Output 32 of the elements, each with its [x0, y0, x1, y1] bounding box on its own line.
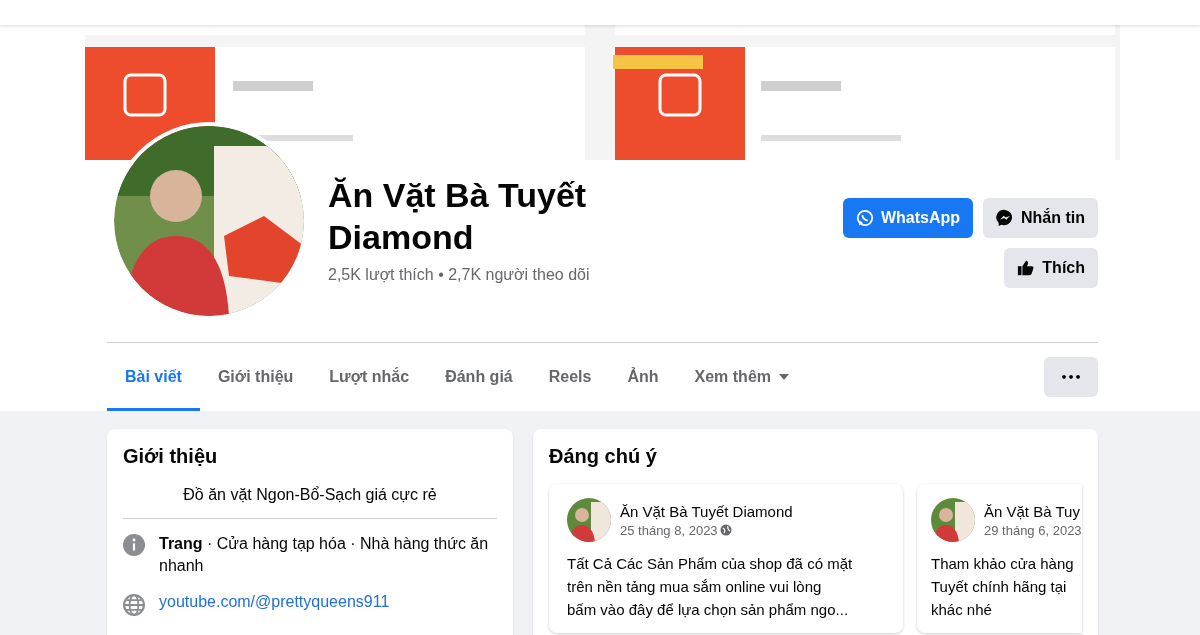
whatsapp-button[interactable]: WhatsApp: [842, 198, 973, 238]
website-link[interactable]: youtube.com/@prettyqueens911: [159, 593, 390, 611]
message-button[interactable]: Nhắn tin: [983, 198, 1098, 238]
page-category: Trang · Cửa hàng tạp hóa · Nhà hàng thức ăn nhanh: [159, 534, 489, 576]
info-icon: [123, 534, 145, 556]
page-tab[interactable]: Đánh giá: [427, 346, 531, 411]
messenger-icon: [996, 209, 1014, 227]
page-tab[interactable]: Giới thiệu: [199, 346, 312, 411]
more-button[interactable]: •••: [1044, 357, 1098, 397]
page-tab[interactable]: Bài viết: [107, 346, 200, 411]
post-card[interactable]: Ăn Vặt Bà Tuyết Diamond 25 tháng 8, 2023 Tất Cả Các Sản Phẩm của shop đã có mặt trên nền tảng mua sắm online vui lòng bấm vào đây để lựa chọn sản phẩm ngo...: [549, 484, 903, 633]
page-tab[interactable]: Xem thêm: [676, 346, 807, 411]
globe-icon: [123, 594, 145, 616]
page-name: Ăn Vặt Bà Tuyết Diamond: [328, 175, 588, 258]
post-author[interactable]: Ăn Vặt Bà Tuy: [984, 502, 1082, 520]
thumbs-up-icon: [1017, 259, 1036, 277]
page-bio: Đồ ăn vặt Ngon-Bổ-Sạch giá cực rẻ: [182, 486, 438, 504]
page-tab[interactable]: Ảnh: [609, 346, 677, 411]
post-date: 29 tháng 6, 2023: [984, 522, 1082, 538]
page-tab[interactable]: Lượt nhắc: [311, 346, 428, 411]
post-card[interactable]: Ăn Vặt Bà Tuy 29 tháng 6, 2023 Tham khảo cửa hàng Tuyết chính hãng tại khác nhé: [917, 484, 1082, 633]
page-stats: 2,5K lượt thích • 2,7K người theo dõi: [328, 266, 591, 284]
post-author[interactable]: Ăn Vặt Bà Tuyết Diamond: [620, 502, 793, 520]
page-tab[interactable]: Reels: [530, 346, 610, 411]
globe-icon: [719, 524, 732, 536]
post-text: Tất Cả Các Sản Phẩm của shop đã có mặt trên nền tảng mua sắm online vui lòng bấm vào đây để lựa chọn sản phẩm ngo...: [567, 554, 854, 620]
card-title: Đáng chú ý: [549, 445, 658, 468]
whatsapp-icon: [855, 209, 874, 227]
card-title: Giới thiệu: [123, 445, 219, 468]
post-text: Tham khảo cửa hàng Tuyết chính hãng tại khác nhé: [931, 554, 1075, 620]
post-date: 25 tháng 8, 2023: [620, 522, 718, 538]
like-button[interactable]: Thích: [1004, 248, 1098, 288]
